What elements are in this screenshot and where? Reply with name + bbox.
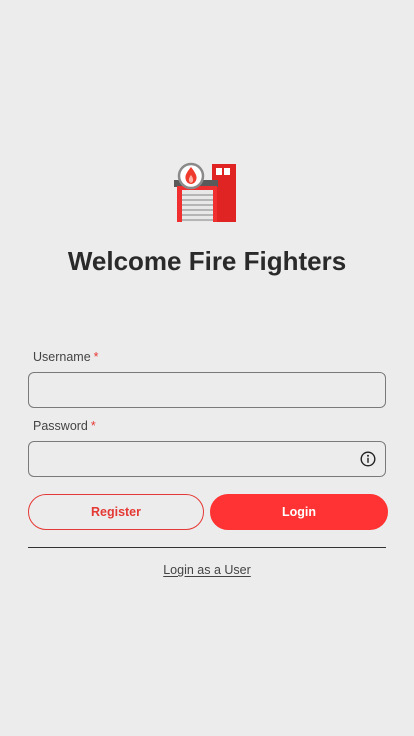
info-icon[interactable] <box>360 451 376 467</box>
login-as-user-link-row: Login as a User <box>0 563 414 577</box>
username-label-text: Username <box>33 350 91 364</box>
login-screen: Welcome Fire Fighters Username * Password… <box>0 0 414 736</box>
username-label: Username * <box>33 350 99 364</box>
password-input[interactable] <box>28 441 386 477</box>
username-input[interactable] <box>28 372 386 408</box>
login-as-user-link[interactable]: Login as a User <box>163 563 251 577</box>
fire-station-icon <box>174 162 236 222</box>
login-button[interactable]: Login <box>210 494 388 530</box>
password-label: Password * <box>33 419 96 433</box>
password-required-mark: * <box>90 419 96 433</box>
register-button[interactable]: Register <box>28 494 204 530</box>
page-title: Welcome Fire Fighters <box>67 246 347 276</box>
username-required-mark: * <box>93 350 99 364</box>
password-label-text: Password <box>33 419 88 433</box>
divider <box>28 547 386 548</box>
